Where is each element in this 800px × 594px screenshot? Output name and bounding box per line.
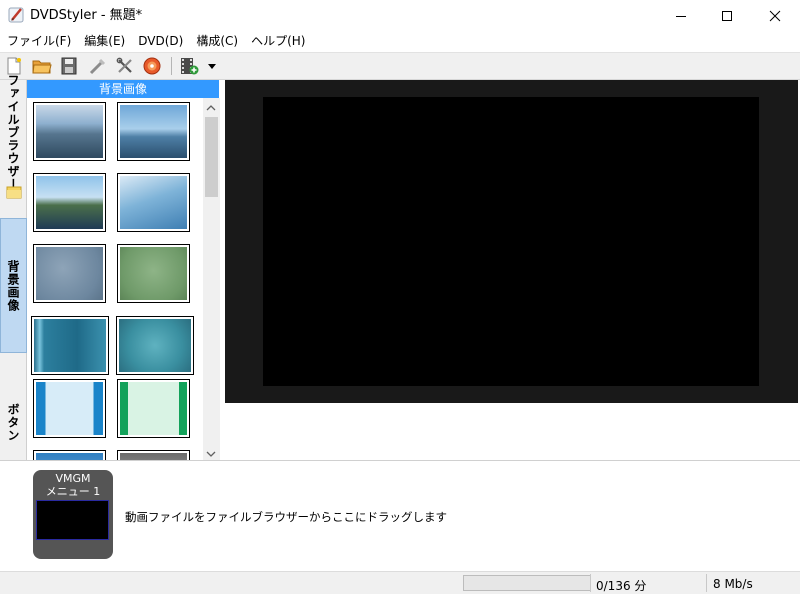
thumbnail-teal-stripes[interactable] [31,316,109,375]
add-video-dropdown[interactable] [203,55,221,77]
save-icon [61,57,77,75]
tab-backgrounds-label: 背景画像 [6,259,20,312]
settings-tools-icon [116,57,132,73]
window-title: DVDStyler - 無題* [30,8,143,23]
thumbnail-green-texture[interactable] [117,244,190,303]
thumbnail-harbor[interactable] [117,102,190,161]
thumbnail-blue-gray-texture[interactable] [33,244,106,303]
menu-file[interactable]: ファイル(F) [0,31,77,51]
bitrate-text: 8 Mb/s [713,577,753,591]
toolbar-separator [171,57,172,75]
thumbnail-blue-gradient[interactable] [33,450,106,460]
menu-edit[interactable]: 編集(E) [77,31,131,51]
minimize-icon [676,15,686,17]
menu-preview-screen[interactable] [263,97,759,386]
burn-disc-icon [143,57,161,75]
dropdown-arrow-icon [208,64,216,69]
close-button[interactable] [752,0,798,31]
minimize-button[interactable] [658,0,704,31]
status-bar [0,571,800,594]
menu-config[interactable]: 構成(C) [189,31,244,51]
menu-dvd[interactable]: DVD(D) [131,31,189,51]
panel-header: 背景画像 [27,80,219,98]
thumbnail-lake-island[interactable] [33,173,106,232]
close-icon [769,10,781,21]
add-video-icon [181,58,199,75]
thumbnail-sea-coast[interactable] [33,102,106,161]
menu-help[interactable]: ヘルプ(H) [244,31,311,51]
maximize-button[interactable] [704,0,750,31]
open-button[interactable] [31,55,53,77]
dvdstyler-brush-icon[interactable] [8,6,26,24]
tab-buttons-label: ボタン [6,402,20,442]
burn-wand-button[interactable] [87,55,109,77]
thumbnail-gray-gradient[interactable] [117,450,190,460]
open-folder-icon [32,60,52,74]
scroll-up-icon[interactable] [206,101,216,115]
background-thumbnail-list[interactable] [27,98,203,460]
burn-disc-button[interactable] [141,55,163,77]
preview-margin [225,403,798,460]
maximize-icon [722,10,732,21]
thumbnail-teal-noise[interactable] [116,316,194,375]
tab-buttons[interactable]: ボタン [0,392,27,452]
scroll-down-icon[interactable] [206,447,216,461]
tab-file-browser[interactable]: ファイルブラウザー [0,74,27,191]
thumbnail-mint-green-frame[interactable] [117,379,190,438]
tab-backgrounds[interactable]: 背景画像 [0,218,27,353]
status-separator [706,574,707,592]
vmgm-label: VMGM [55,472,91,485]
tab-file-browser-label: ファイルブラウザー [6,73,20,191]
menu-bar: ファイル(F) 編集(E) DVD(D) 構成(C) ヘルプ(H) [0,31,800,51]
settings-button[interactable] [114,55,136,77]
scrollbar-thumb[interactable] [205,117,218,197]
drag-hint: 動画ファイルをファイルブラウザーからここにドラッグします [125,510,447,524]
menu-1-thumbnail[interactable] [36,500,109,540]
burn-wand-icon [89,58,106,75]
new-file-icon [7,57,21,75]
add-video-button[interactable] [178,55,200,77]
thumbnail-blue-haze[interactable] [117,173,190,232]
disc-usage-text: 0/136 分 [596,579,647,593]
folder-icon [6,184,22,200]
save-button[interactable] [58,55,80,77]
disc-usage-progress [463,575,591,591]
status-separator [590,574,591,592]
menu-1-label: メニュー 1 [45,485,101,498]
thumbnail-light-blue-frame[interactable] [33,379,106,438]
